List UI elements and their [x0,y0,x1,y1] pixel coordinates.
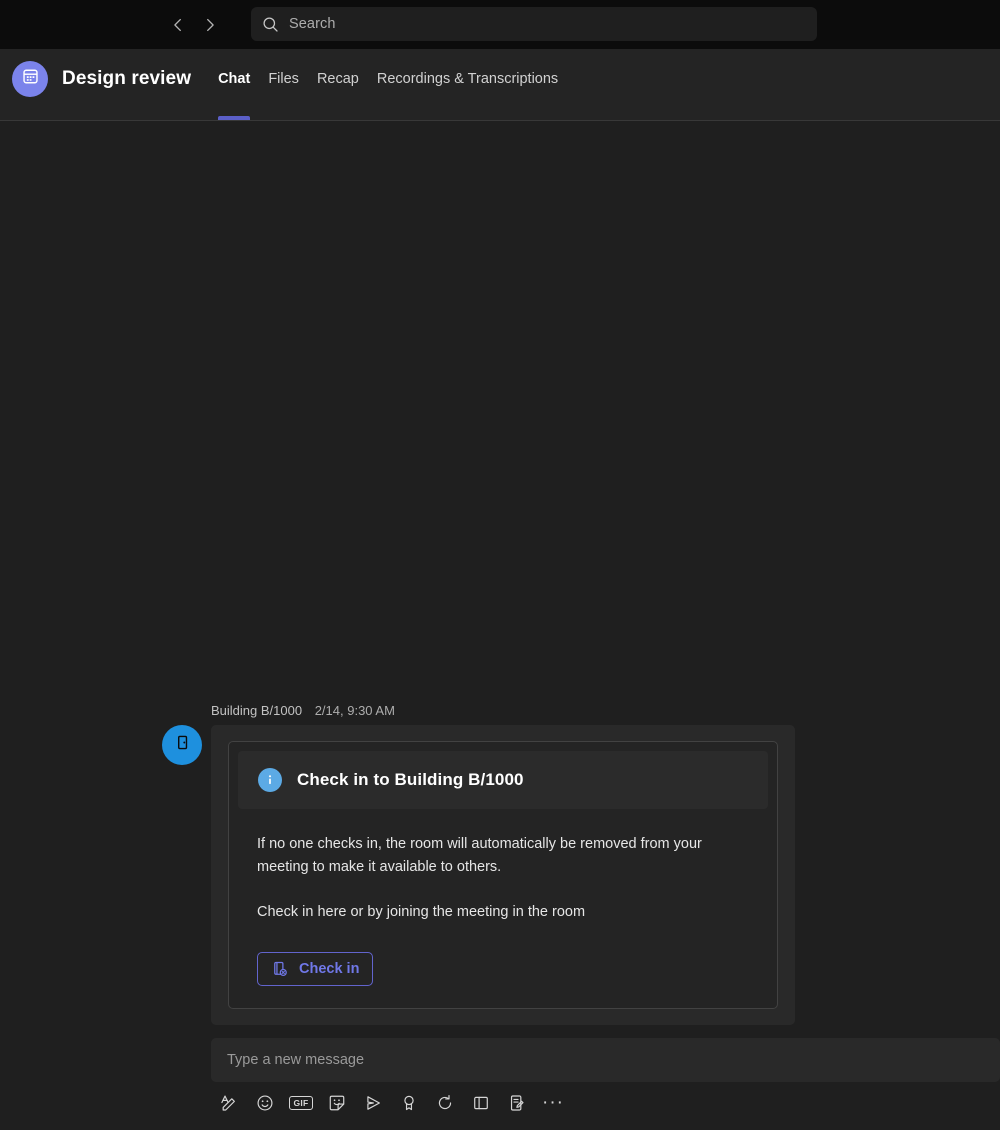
gif-icon: GIF [289,1095,313,1111]
emoji-icon [255,1093,275,1113]
card-paragraph-1: If no one checks in, the room will autom… [257,836,702,875]
message-input-placeholder: Type a new message [227,1052,365,1068]
apps-icon [471,1093,491,1113]
loop-icon [435,1093,455,1113]
forms-button[interactable] [499,1088,535,1118]
check-in-button-label: Check in [299,961,360,977]
header-row: Design review Chat Files Recap Recording… [12,61,567,120]
forward-button[interactable] [194,9,226,41]
back-button[interactable] [162,9,194,41]
check-in-button[interactable]: Check in [257,952,374,986]
chat-message-list: Building B/1000 2/14, 9:30 AM Check in t… [0,122,1000,1030]
tab-recap[interactable]: Recap [308,61,368,97]
room-checkin-icon [271,960,289,978]
compose-toolbar: GIF ··· [211,1088,571,1118]
room-door-icon [174,734,191,756]
card-body: If no one checks in, the room will autom… [229,809,777,1008]
page-title: Design review [62,68,192,89]
tab-files[interactable]: Files [259,61,308,97]
gif-button[interactable]: GIF [283,1088,319,1118]
card-title: Check in to Building B/1000 [297,770,524,789]
sticker-icon [327,1093,347,1113]
avatar [12,61,48,97]
tab-chat-label: Chat [218,71,251,87]
adaptive-card: Check in to Building B/1000 If no one ch… [228,741,778,1009]
tab-recordings-transcriptions-label: Recordings & Transcriptions [376,71,559,87]
format-button[interactable] [211,1088,247,1118]
chevron-left-icon [169,16,187,34]
praise-button[interactable] [391,1088,427,1118]
message-meta: Building B/1000 2/14, 9:30 AM [211,703,395,718]
tab-recordings-transcriptions[interactable]: Recordings & Transcriptions [368,61,567,97]
search-icon [262,16,279,33]
message-sender: Building B/1000 [211,703,303,718]
card-paragraph-2: Check in here or by joining the meeting … [257,904,586,920]
tab-files-label: Files [268,71,299,87]
message-input[interactable]: Type a new message [211,1038,1000,1082]
meeting-header: Design review Chat Files Recap Recording… [0,49,1000,121]
chevron-right-icon [201,16,219,34]
tab-bar: Chat Files Recap Recordings & Transcript… [209,61,567,120]
loop-button[interactable] [427,1088,463,1118]
forms-icon [507,1093,527,1113]
more-options-icon: ··· [542,1092,564,1113]
calendar-icon [21,67,40,91]
message-timestamp: 2/14, 9:30 AM [314,703,395,718]
message-bubble: Check in to Building B/1000 If no one ch… [211,725,795,1025]
emoji-button[interactable] [247,1088,283,1118]
more-options-button[interactable]: ··· [535,1088,571,1118]
compose-area: Type a new message GIF ··· [0,1030,1000,1130]
send-button[interactable] [355,1088,391,1118]
tab-chat[interactable]: Chat [209,61,259,120]
apps-button[interactable] [463,1088,499,1118]
search-bar[interactable]: Search [251,7,817,41]
send-plane-icon [363,1093,383,1113]
sticker-button[interactable] [319,1088,355,1118]
sender-avatar [162,725,202,765]
top-bar: Search [0,0,1000,49]
praise-badge-icon [399,1093,419,1113]
search-input[interactable]: Search [289,16,336,32]
tab-recap-label: Recap [316,71,359,87]
info-icon [258,768,282,792]
format-icon [219,1093,239,1113]
card-banner: Check in to Building B/1000 [238,751,768,809]
